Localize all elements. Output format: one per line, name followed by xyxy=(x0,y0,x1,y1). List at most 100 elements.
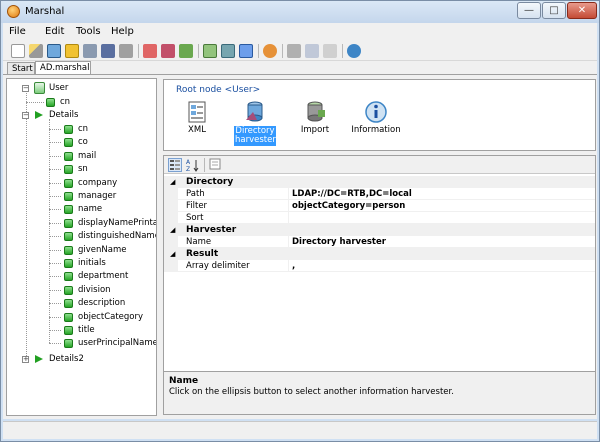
harvester-import[interactable]: Import xyxy=(294,100,336,135)
minimize-button[interactable]: — xyxy=(517,2,541,19)
collapse-arrow-icon[interactable]: ◢ xyxy=(170,248,175,260)
tree-node-label: department xyxy=(78,271,129,282)
harvester-xml[interactable]: XML xyxy=(176,100,218,135)
tree-connector xyxy=(49,276,61,278)
tree-node-attribute[interactable]: sn xyxy=(22,163,152,176)
property-row[interactable]: Array delimiter, xyxy=(164,260,595,272)
tree-node-attribute[interactable]: objectCategory xyxy=(22,311,152,324)
tree-node-attribute[interactable]: distinguishedName xyxy=(22,230,156,243)
property-value[interactable]: LDAP://DC=RTB,DC=local xyxy=(288,188,595,200)
preview-icon[interactable] xyxy=(239,44,253,58)
attribute-icon xyxy=(64,299,73,309)
tree-connector xyxy=(49,142,61,144)
document-tabs: Start AD.marshal xyxy=(3,61,597,76)
copy-icon[interactable] xyxy=(305,44,319,58)
harvester-directory[interactable]: Directory harvester xyxy=(234,100,276,146)
property-name: Array delimiter xyxy=(186,261,250,271)
tree-node-details2[interactable]: + Details2 xyxy=(22,353,152,366)
tree-node-attribute[interactable]: division xyxy=(22,284,152,297)
title-bar: Marshal — □ ✕ xyxy=(1,1,599,23)
open-folder-icon[interactable] xyxy=(65,44,79,58)
menu-file[interactable]: File xyxy=(9,26,26,37)
property-row[interactable]: Path LDAP://DC=RTB,DC=local xyxy=(164,188,595,200)
tree-node-details[interactable]: − Details xyxy=(22,109,152,122)
tree-connector xyxy=(26,102,44,103)
menu-edit[interactable]: Edit xyxy=(45,26,64,37)
collapse-icon[interactable]: − xyxy=(22,85,29,92)
property-row[interactable]: Sort xyxy=(164,212,595,224)
wizard-icon[interactable] xyxy=(29,44,43,58)
tree-node-label: cn xyxy=(78,124,89,134)
tree-node-attribute[interactable]: company xyxy=(22,177,152,190)
property-value[interactable]: objectCategory=person xyxy=(288,200,595,212)
tree-node-label: mail xyxy=(78,150,97,161)
save-icon[interactable] xyxy=(83,44,97,58)
close-button[interactable]: ✕ xyxy=(567,2,597,19)
property-category[interactable]: ◢ Result xyxy=(164,248,595,260)
expand-icon[interactable]: + xyxy=(22,356,29,363)
tree-node-cn[interactable]: cn xyxy=(22,96,152,109)
details-arrow-icon xyxy=(35,355,43,363)
tree-node-attribute[interactable]: name xyxy=(22,203,152,216)
save-all-icon[interactable] xyxy=(101,44,115,58)
tree-node-attribute[interactable]: title xyxy=(22,324,152,337)
directory-harvester-icon xyxy=(243,100,267,124)
tree-node-label: Details xyxy=(49,110,79,120)
tree-node-attribute[interactable]: co xyxy=(22,136,152,149)
attribute-icon xyxy=(64,151,73,161)
menu-tools[interactable]: Tools xyxy=(76,26,101,37)
collapse-arrow-icon[interactable]: ◢ xyxy=(170,176,175,188)
property-value[interactable] xyxy=(288,212,595,224)
collapse-arrow-icon[interactable]: ◢ xyxy=(170,224,175,236)
collapse-icon[interactable]: − xyxy=(22,112,29,119)
tree-node-attribute[interactable]: cn xyxy=(22,123,152,136)
tree-node-attribute[interactable]: department xyxy=(22,270,152,283)
alphabetical-sort-icon[interactable]: AZ xyxy=(186,158,200,173)
row-gutter xyxy=(164,212,178,224)
property-value[interactable]: , xyxy=(288,260,595,272)
settings-icon[interactable] xyxy=(263,44,277,58)
report-icon[interactable] xyxy=(221,44,235,58)
tree-view[interactable]: − User cn − Details cn co mail sn company man… xyxy=(6,78,157,416)
tree-node-attribute[interactable]: description xyxy=(22,297,152,310)
export-icon[interactable] xyxy=(203,44,217,58)
import-icon xyxy=(303,100,327,124)
harvester-information[interactable]: Information xyxy=(350,100,402,135)
categorized-icon[interactable] xyxy=(168,158,182,172)
paste-icon[interactable] xyxy=(323,44,337,58)
maximize-button[interactable]: □ xyxy=(542,2,566,19)
new-file-icon[interactable] xyxy=(11,44,25,58)
harvest-check-icon[interactable] xyxy=(179,44,193,58)
tree-node-attribute[interactable]: mail xyxy=(22,150,152,163)
attribute-icon xyxy=(64,339,73,349)
harvest-icon[interactable] xyxy=(143,44,157,58)
menu-help[interactable]: Help xyxy=(111,26,134,37)
property-category[interactable]: ◢ Harvester xyxy=(164,224,595,236)
property-pages-icon[interactable] xyxy=(209,158,223,172)
xml-icon xyxy=(185,100,209,124)
tree-node-attribute[interactable]: initials xyxy=(22,257,152,270)
help-icon[interactable] xyxy=(347,44,361,58)
properties-icon[interactable] xyxy=(47,44,61,58)
property-value[interactable]: Directory harvester xyxy=(288,236,595,248)
harvest-all-icon[interactable] xyxy=(161,44,175,58)
row-gutter xyxy=(164,188,178,200)
tree-node-user[interactable]: − User xyxy=(22,82,152,95)
toolbar-separator xyxy=(204,158,205,172)
tree-node-attribute[interactable]: displayNamePrintable xyxy=(22,217,156,230)
tree-node-attribute[interactable]: manager xyxy=(22,190,152,203)
attribute-icon xyxy=(64,125,73,134)
tree-connector xyxy=(49,169,61,171)
harvester-label: Directory harvester xyxy=(234,126,276,146)
cut-icon[interactable] xyxy=(287,44,301,58)
print-icon[interactable] xyxy=(119,44,133,58)
tree-connector xyxy=(49,182,61,184)
property-row[interactable]: Name Directory harvester xyxy=(164,236,595,248)
tree-node-label: division xyxy=(78,284,111,295)
property-category[interactable]: ◢ Directory xyxy=(164,176,595,188)
tree-node-attribute[interactable]: userPrincipalName xyxy=(22,337,156,350)
property-row[interactable]: Filter objectCategory=person xyxy=(164,200,595,212)
root-node-label: Root node <User> xyxy=(176,85,261,95)
tree-node-attribute[interactable]: givenName xyxy=(22,244,152,257)
property-grid-toolbar: AZ xyxy=(164,156,595,174)
